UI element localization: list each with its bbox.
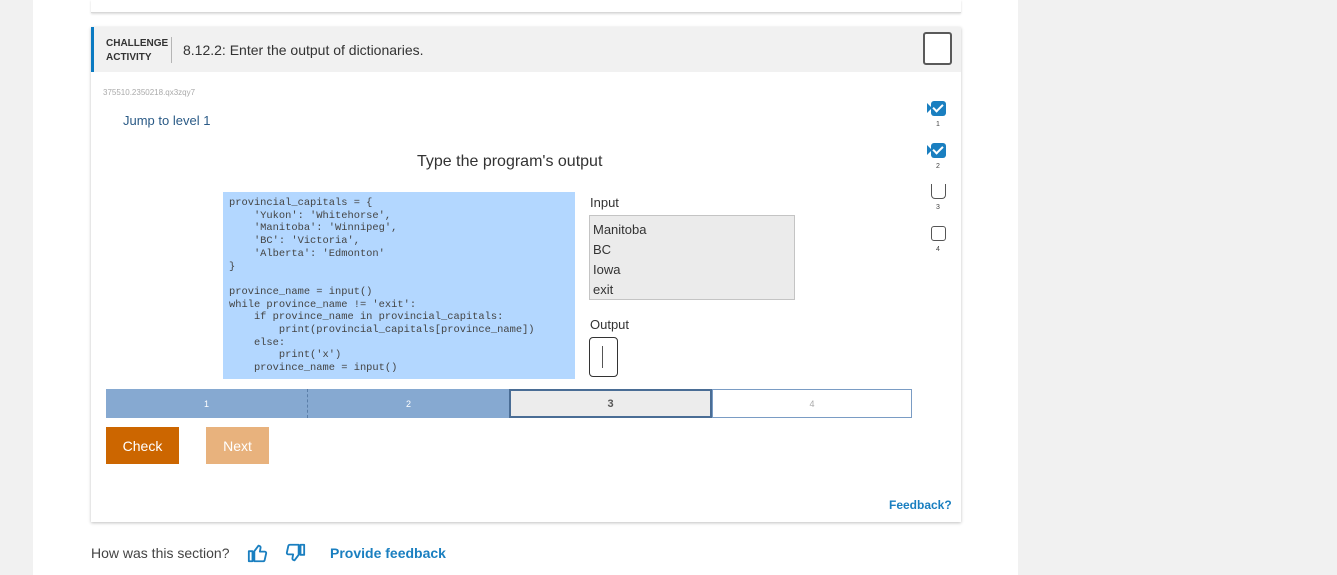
code-line: 'Manitoba': 'Winnipeg', (229, 222, 398, 235)
input-box: Manitoba BC Iowa exit (589, 215, 795, 300)
code-block: provincial_capitals = { 'Yukon': 'Whiteh… (223, 192, 575, 379)
jump-to-level-link[interactable]: Jump to level 1 (123, 113, 210, 128)
code-line: else: (229, 336, 286, 349)
level-label: 1 (203, 398, 209, 409)
activity-header: CHALLENGE ACTIVITY 8.12.2: Enter the out… (91, 27, 961, 72)
feedback-link[interactable]: Feedback? (889, 498, 952, 512)
level-3-tab[interactable]: 3 (509, 389, 712, 418)
level-2-tab[interactable]: 2 (308, 389, 509, 418)
previous-section-card (91, 0, 961, 13)
activity-type-line1: CHALLENGE (106, 38, 169, 49)
code-line: 'Alberta': 'Edmonton' (229, 247, 385, 260)
input-label: Input (590, 195, 619, 210)
activity-title: 8.12.2: Enter the output of dictionaries… (183, 42, 424, 58)
code-line: province_name = input() (229, 362, 398, 375)
section-rating-question: How was this section? (91, 545, 230, 561)
input-line: Iowa (593, 262, 621, 277)
code-line: 'Yukon': 'Whitehorse', (229, 209, 392, 222)
progress-number: 2 (936, 163, 940, 170)
prompt-title: Type the program's output (417, 153, 603, 170)
output-label: Output (590, 317, 630, 332)
header-divider (171, 37, 172, 63)
text-caret (602, 346, 603, 368)
level-label: 4 (809, 398, 815, 409)
code-line: 'BC': 'Victoria', (229, 235, 360, 248)
input-line: exit (593, 282, 614, 297)
thumbs-up-icon[interactable] (247, 542, 269, 564)
checkbox-empty-icon (931, 226, 946, 241)
code-line: province_name = input() (229, 285, 373, 298)
code-line: print('x') (229, 349, 342, 362)
activity-type-line2: ACTIVITY (106, 52, 152, 63)
challenge-activity-card: CHALLENGE ACTIVITY 8.12.2: Enter the out… (91, 27, 961, 522)
check-button[interactable]: Check (106, 427, 179, 464)
progress-number: 3 (936, 204, 940, 211)
progress-number: 1 (936, 121, 940, 128)
checkbox-checked-icon (931, 101, 946, 116)
level-4-tab[interactable]: 4 (712, 389, 912, 418)
input-line: Manitoba (593, 222, 647, 237)
code-line: while province_name != 'exit': (229, 298, 417, 311)
checkbox-checked-icon (931, 143, 946, 158)
level-label: 2 (405, 398, 411, 409)
level-label: 3 (607, 397, 614, 410)
code-line: } (229, 260, 236, 273)
code-line: if province_name in provincial_capitals: (229, 311, 504, 324)
output-textarea[interactable] (589, 337, 618, 377)
checkbox-partial-icon (931, 184, 946, 199)
next-button[interactable]: Next (206, 427, 269, 464)
provide-feedback-link[interactable]: Provide feedback (330, 545, 446, 561)
code-line: print(provincial_capitals[province_name]… (229, 324, 535, 337)
bookmark-icon[interactable] (923, 32, 952, 65)
thumbs-down-icon[interactable] (284, 542, 306, 564)
level-bar: 1 2 3 4 (106, 389, 912, 418)
header-accent-bar (91, 27, 94, 72)
progress-number: 4 (936, 246, 940, 253)
activity-id: 375510.2350218.qx3zqy7 (103, 88, 196, 97)
activity-type-label: CHALLENGE ACTIVITY (106, 37, 169, 65)
input-line: BC (593, 242, 612, 257)
level-1-tab[interactable]: 1 (106, 389, 308, 418)
code-line: provincial_capitals = { (229, 197, 373, 209)
